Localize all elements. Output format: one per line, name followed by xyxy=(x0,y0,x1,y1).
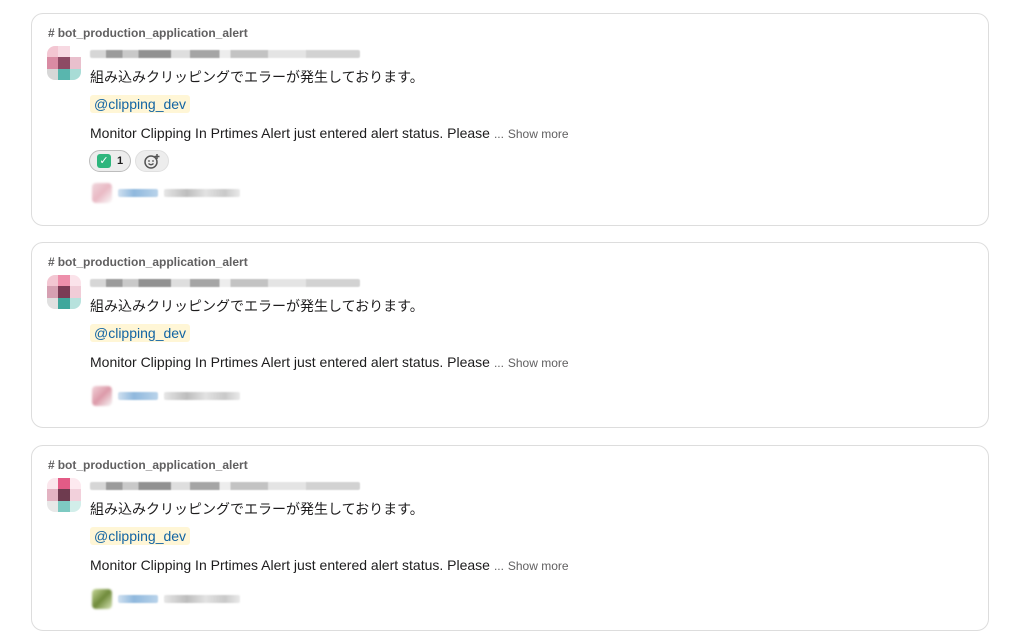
reply-avatar xyxy=(92,589,112,609)
ellipsis: ... xyxy=(493,559,504,573)
reply-avatar xyxy=(92,183,112,203)
thread-footer[interactable] xyxy=(92,183,240,203)
ellipsis: ... xyxy=(493,127,504,141)
reaction-white-check-mark[interactable]: ✓ 1 xyxy=(89,150,132,172)
reply-meta-redacted xyxy=(164,392,240,400)
thread-footer[interactable] xyxy=(92,386,240,406)
reply-meta-redacted xyxy=(164,189,240,197)
reactions-bar: ✓ 1 xyxy=(89,150,170,172)
show-more-link[interactable]: Show more xyxy=(508,356,569,370)
ellipsis: ... xyxy=(493,356,504,370)
reply-link-redacted xyxy=(118,595,158,603)
hash-icon: # xyxy=(48,255,55,269)
message-body: Monitor Clipping In Prtimes Alert just e… xyxy=(90,354,569,370)
avatar[interactable] xyxy=(47,275,81,309)
reply-avatar xyxy=(92,386,112,406)
user-mention[interactable]: @clipping_dev xyxy=(90,324,191,342)
reply-link-redacted xyxy=(118,189,158,197)
avatar[interactable] xyxy=(47,478,81,512)
reply-link-redacted xyxy=(118,392,158,400)
channel-name[interactable]: # bot_production_application_alert xyxy=(48,255,248,269)
message-text: 組み込みクリッピングでエラーが発生しております。 xyxy=(90,501,424,517)
sender-name-redacted xyxy=(90,279,360,287)
channel-name[interactable]: # bot_production_application_alert xyxy=(48,26,248,40)
message-card[interactable]: # bot_production_application_alert 組み込みクリ… xyxy=(31,242,989,428)
white-check-mark-icon: ✓ xyxy=(97,154,111,168)
add-reaction-button[interactable] xyxy=(135,150,170,172)
message-text: 組み込みクリッピングでエラーが発生しております。 xyxy=(90,298,424,314)
channel-name[interactable]: # bot_production_application_alert xyxy=(48,458,248,472)
thread-footer[interactable] xyxy=(92,589,240,609)
message-card[interactable]: # bot_production_application_alert 組み込みクリ… xyxy=(31,13,989,226)
user-mention[interactable]: @clipping_dev xyxy=(90,95,191,113)
user-mention[interactable]: @clipping_dev xyxy=(90,527,191,545)
show-more-link[interactable]: Show more xyxy=(508,127,569,141)
hash-icon: # xyxy=(48,458,55,472)
reaction-count: 1 xyxy=(117,155,124,167)
add-emoji-icon xyxy=(144,154,160,169)
hash-icon: # xyxy=(48,26,55,40)
message-body: Monitor Clipping In Prtimes Alert just e… xyxy=(90,557,569,573)
sender-name-redacted xyxy=(90,50,360,58)
message-card[interactable]: # bot_production_application_alert 組み込みクリ… xyxy=(31,445,989,631)
show-more-link[interactable]: Show more xyxy=(508,559,569,573)
reply-meta-redacted xyxy=(164,595,240,603)
message-text: 組み込みクリッピングでエラーが発生しております。 xyxy=(90,69,424,85)
message-body: Monitor Clipping In Prtimes Alert just e… xyxy=(90,125,569,141)
sender-name-redacted xyxy=(90,482,360,490)
avatar[interactable] xyxy=(47,46,81,80)
